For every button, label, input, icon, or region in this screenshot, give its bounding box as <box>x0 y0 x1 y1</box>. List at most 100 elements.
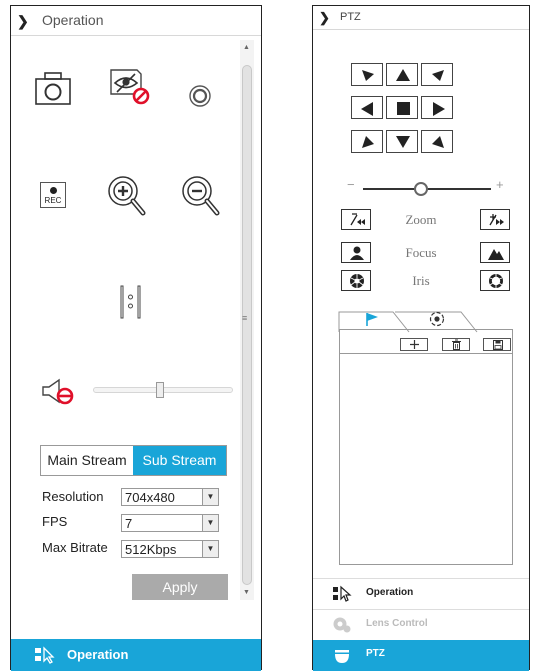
arrow-down-left-icon <box>362 136 374 148</box>
scroll-grip-icon: ≡ <box>242 313 248 323</box>
nav-operation-label: Operation <box>366 587 414 598</box>
add-preset-button[interactable] <box>400 338 428 351</box>
operation-header-title: Operation <box>42 12 104 28</box>
resolution-value: 704x480 <box>125 490 175 505</box>
aspect-ratio-button[interactable] <box>119 285 143 319</box>
preset-list[interactable] <box>339 329 513 565</box>
aspect-ratio-icon <box>120 285 141 319</box>
zoom-out-button[interactable] <box>181 175 221 217</box>
scroll-thumb[interactable] <box>242 65 252 585</box>
minus-icon: − <box>347 177 355 192</box>
pan-right-button[interactable] <box>421 96 453 119</box>
pan-left-button[interactable] <box>351 96 383 119</box>
aperture-closed-icon <box>350 274 364 288</box>
preset-list-divider <box>339 353 513 354</box>
arrow-right-icon <box>433 102 445 116</box>
save-disk-icon <box>493 340 503 350</box>
arrow-up-right-icon <box>432 70 444 81</box>
iris-label: Iris <box>412 273 430 288</box>
volume-thumb[interactable] <box>156 382 164 398</box>
nav-ptz[interactable]: PTZ <box>313 640 529 671</box>
tab-sub-stream[interactable]: Sub Stream <box>133 446 226 475</box>
chevron-right-icon: ❯ <box>319 10 330 25</box>
rec-dot-icon <box>50 187 57 194</box>
plus-icon: + <box>496 177 504 192</box>
volume-slider[interactable] <box>93 382 233 398</box>
zoom-in-lens-button[interactable] <box>480 209 510 230</box>
rec-label: REC <box>44 196 62 205</box>
ptz-header[interactable]: ❯ PTZ <box>313 6 529 30</box>
fps-value: 7 <box>125 516 133 531</box>
operation-panel: ❯ Operation REC ▲ ≡ ▼ Main Stream Sub St… <box>10 5 262 671</box>
scroll-up-icon[interactable]: ▲ <box>243 44 250 51</box>
privacy-button[interactable] <box>107 66 151 106</box>
pan-down-left-button[interactable] <box>351 130 383 153</box>
zoom-out-lens-button[interactable] <box>341 209 371 230</box>
eye-blocked-icon <box>110 69 150 105</box>
iris-open-button[interactable] <box>480 270 510 291</box>
record-circle-icon <box>189 85 211 107</box>
pan-up-right-button[interactable] <box>421 63 453 86</box>
delete-preset-button[interactable] <box>442 338 470 351</box>
pan-down-right-button[interactable] <box>421 130 453 153</box>
speed-thumb[interactable] <box>414 182 428 196</box>
cruise-icon <box>429 311 445 327</box>
dropdown-arrow-icon: ▼ <box>202 515 218 531</box>
zoom-label: Zoom <box>405 212 437 227</box>
zoom-in-icon <box>108 176 146 216</box>
ptz-speed-slider[interactable]: − + <box>347 177 507 196</box>
focus-label: Focus <box>405 245 437 260</box>
arrow-down-right-icon <box>432 136 444 148</box>
scroll-down-icon[interactable]: ▼ <box>243 589 250 596</box>
aperture-open-icon <box>489 274 503 288</box>
operation-icon <box>333 585 352 602</box>
flag-icon <box>366 313 378 326</box>
person-icon <box>350 246 364 260</box>
stream-tabs: Main Stream Sub Stream <box>40 445 227 476</box>
trash-icon <box>452 339 461 350</box>
tilt-up-button[interactable] <box>386 63 418 86</box>
max-bitrate-value: 512Kbps <box>125 542 177 557</box>
dome-camera-icon <box>335 650 349 663</box>
tilt-down-button[interactable] <box>386 130 418 153</box>
arrow-left-icon <box>361 102 373 116</box>
fps-label: FPS <box>42 514 68 529</box>
focus-near-button[interactable] <box>341 242 371 263</box>
max-bitrate-select[interactable]: 512Kbps ▼ <box>121 540 219 558</box>
iris-close-button[interactable] <box>341 270 371 291</box>
zoom-out-icon <box>350 213 365 226</box>
max-bitrate-label: Max Bitrate <box>42 540 108 555</box>
mute-button[interactable] <box>41 378 81 408</box>
lens-control-icon <box>333 617 351 633</box>
ptz-panel: ❯ PTZ − + Zoom Focus Iris Operation Lens… <box>312 5 530 671</box>
zoom-in-icon <box>489 214 504 226</box>
mountain-icon <box>488 249 504 260</box>
fps-select[interactable]: 7 ▼ <box>121 514 219 532</box>
speaker-muted-icon <box>42 378 74 405</box>
nav-operation[interactable]: Operation <box>313 579 529 609</box>
dropdown-arrow-icon: ▼ <box>202 541 218 557</box>
nav-lens-control-label: Lens Control <box>366 618 428 629</box>
plus-icon <box>410 340 419 349</box>
operation-nav-label: Operation <box>67 647 129 662</box>
ptz-stop-button[interactable] <box>386 96 418 119</box>
ptz-header-title: PTZ <box>340 11 361 23</box>
pan-up-left-button[interactable] <box>351 63 383 86</box>
operation-header[interactable]: ❯ Operation <box>11 6 261 36</box>
dropdown-arrow-icon: ▼ <box>202 489 218 505</box>
save-preset-button[interactable] <box>483 338 511 351</box>
focus-far-button[interactable] <box>480 242 510 263</box>
tab-main-stream[interactable]: Main Stream <box>41 446 133 475</box>
apply-button[interactable]: Apply <box>132 574 228 600</box>
record-button[interactable] <box>188 84 212 108</box>
nav-lens-control: Lens Control <box>313 610 529 640</box>
local-record-button[interactable]: REC <box>40 182 66 208</box>
tab-cruise[interactable] <box>429 311 445 327</box>
operation-nav-bar[interactable]: Operation <box>11 639 261 671</box>
zoom-in-button[interactable] <box>107 175 147 217</box>
snapshot-button[interactable] <box>35 72 71 105</box>
nav-ptz-label: PTZ <box>366 648 385 659</box>
vertical-scrollbar[interactable]: ▲ ≡ ▼ <box>240 40 254 600</box>
resolution-select[interactable]: 704x480 ▼ <box>121 488 219 506</box>
tab-preset[interactable] <box>365 312 379 326</box>
